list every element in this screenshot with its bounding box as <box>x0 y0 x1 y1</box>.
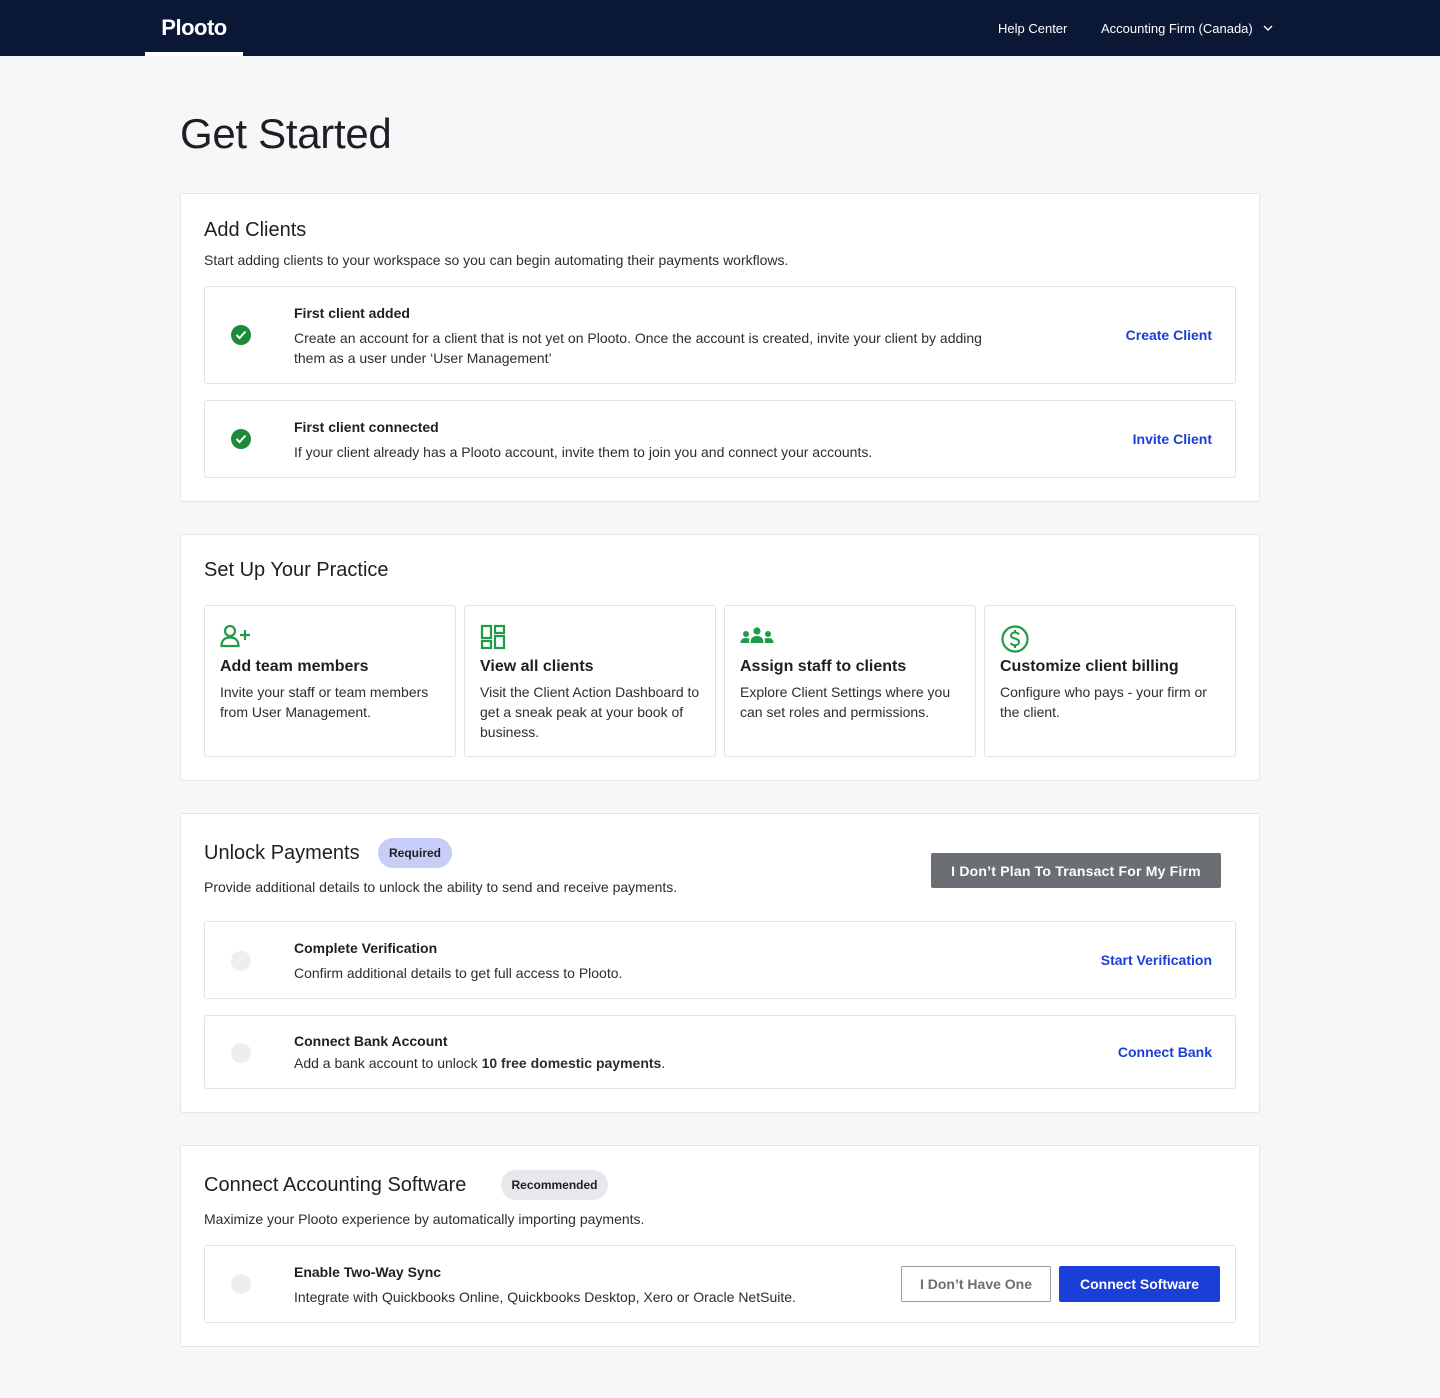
tile-description: Configure who pays - your firm or the cl… <box>1000 684 1207 720</box>
recommended-badge: Recommended <box>501 1170 608 1200</box>
connect-software-button[interactable]: Connect Software <box>1059 1266 1220 1302</box>
add-clients-card: Add Clients Start adding clients to your… <box>180 193 1260 502</box>
check-circle-icon <box>231 429 251 449</box>
desc-highlight: 10 free domestic payments <box>481 1055 662 1071</box>
account-menu[interactable]: Accounting Firm (Canada) <box>1101 0 1273 56</box>
desc-text-end: . <box>661 1055 666 1071</box>
no-software-button[interactable]: I Don’t Have One <box>901 1266 1051 1302</box>
tile-description: Visit the Client Action Dashboard to get… <box>480 684 700 740</box>
top-nav: Plooto Help Center Accounting Firm (Cana… <box>0 0 1440 56</box>
pending-status-icon <box>231 1043 251 1063</box>
check-circle-icon <box>231 325 251 345</box>
add-clients-subtitle: Start adding clients to your workspace s… <box>204 252 789 268</box>
required-badge: Required <box>378 838 452 868</box>
complete-verification-row: Complete Verification Confirm additional… <box>204 921 1236 999</box>
tile-title: View all clients <box>480 658 594 675</box>
opt-out-button[interactable]: I Don’t Plan To Transact For My Firm <box>931 853 1221 888</box>
tile-customize-billing[interactable]: Customize client billing Configure who p… <box>984 605 1236 757</box>
accounting-software-card: Connect Accounting Software Recommended … <box>180 1145 1260 1347</box>
connect-bank-account-row: Connect Bank Account Add a bank account … <box>204 1015 1236 1089</box>
dollar-icon <box>1000 624 1032 653</box>
tile-add-team-members[interactable]: Add team members Invite your staff or te… <box>204 605 456 757</box>
two-way-sync-row: Enable Two-Way Sync Integrate with Quick… <box>204 1245 1236 1323</box>
pending-status-icon <box>231 951 251 971</box>
row-title: Connect Bank Account <box>294 1033 448 1049</box>
tile-description: Explore Client Settings where you can se… <box>740 684 951 720</box>
row-title: First client connected <box>294 419 439 435</box>
tile-title: Assign staff to clients <box>740 658 907 675</box>
help-center-link[interactable]: Help Center <box>998 0 1067 56</box>
add-clients-title: Add Clients <box>204 219 307 241</box>
active-nav-indicator <box>145 52 243 56</box>
unlock-payments-subtitle: Provide additional details to unlock the… <box>204 879 678 895</box>
row-description: Confirm additional details to get full a… <box>294 965 623 981</box>
accounting-software-title: Connect Accounting Software <box>204 1174 467 1196</box>
first-client-connected-row: First client connected If your client al… <box>204 400 1236 478</box>
tile-title: Customize client billing <box>1000 658 1179 675</box>
unlock-payments-title: Unlock Payments <box>204 842 360 864</box>
group-icon <box>740 624 774 652</box>
row-description: Integrate with Quickbooks Online, Quickb… <box>294 1289 796 1305</box>
start-verification-link[interactable]: Start Verification <box>1101 952 1212 968</box>
desc-text: Add a bank account to unlock <box>294 1055 482 1071</box>
tile-title: Add team members <box>220 658 369 675</box>
account-name: Accounting Firm (Canada) <box>1101 20 1253 36</box>
row-description: If your client already has a Plooto acco… <box>294 444 873 460</box>
tile-description: Invite your staff or team members from U… <box>220 684 429 720</box>
pending-status-icon <box>231 1274 251 1294</box>
row-title: Complete Verification <box>294 940 438 956</box>
setup-practice-title: Set Up Your Practice <box>204 559 389 581</box>
add-user-icon <box>220 624 252 652</box>
create-client-link[interactable]: Create Client <box>1126 327 1212 343</box>
tile-view-all-clients[interactable]: View all clients Visit the Client Action… <box>464 605 716 757</box>
first-client-added-row: First client added Create an account for… <box>204 286 1236 384</box>
invite-client-link[interactable]: Invite Client <box>1133 431 1212 447</box>
plooto-logo[interactable]: Plooto <box>145 0 243 56</box>
row-title: First client added <box>294 305 410 321</box>
unlock-payments-card: Unlock Payments Required Provide additio… <box>180 813 1260 1113</box>
page-title: Get Started <box>180 110 392 157</box>
chevron-down-icon <box>1263 25 1273 31</box>
row-description: Create an account for a client that is n… <box>294 330 982 346</box>
row-title: Enable Two-Way Sync <box>294 1264 442 1280</box>
tile-assign-staff[interactable]: Assign staff to clients Explore Client S… <box>724 605 976 757</box>
setup-practice-card: Set Up Your Practice Add team members In… <box>180 534 1260 781</box>
row-description: Add a bank account to unlock 10 free dom… <box>294 1053 665 1073</box>
dashboard-icon <box>480 624 512 652</box>
connect-bank-link[interactable]: Connect Bank <box>1118 1044 1212 1060</box>
accounting-software-subtitle: Maximize your Plooto experience by autom… <box>204 1211 645 1227</box>
row-description-line2: them as a user under ‘User Management’ <box>294 350 552 366</box>
